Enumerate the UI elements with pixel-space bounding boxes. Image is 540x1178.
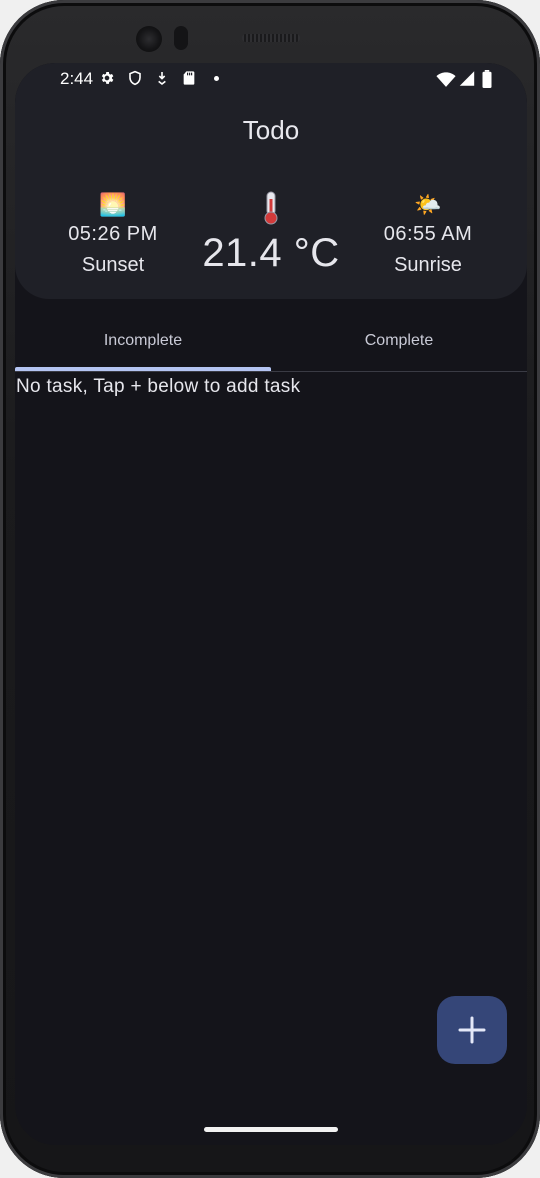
shield-icon [129, 70, 141, 86]
tab-complete[interactable]: Complete [271, 313, 527, 370]
sunrise-widget: 🌤️ 06:55 AM Sunrise [348, 191, 508, 277]
sunset-widget: 🌅 05:26 PM Sunset [33, 191, 193, 277]
temperature-widget: 21.4 °C [191, 191, 351, 276]
task-tabs: Incomplete Complete [15, 313, 527, 372]
wifi-icon [436, 72, 456, 87]
front-camera [136, 26, 162, 52]
empty-state-message: No task, Tap + below to add task [16, 376, 301, 397]
earpiece-speaker [242, 34, 300, 42]
sunset-icon: 🌅 [99, 192, 127, 217]
sd-card-icon [183, 71, 195, 85]
battery-icon [482, 70, 492, 88]
sunrise-label: Sunrise [394, 254, 462, 276]
proximity-sensor [174, 26, 188, 50]
tab-incomplete[interactable]: Incomplete [15, 313, 271, 370]
weather-header-card: 2:44 Todo 🌅 05:26 PM Sunset 21.4 °C 🌤️ 0… [15, 63, 527, 299]
download-icon [158, 72, 166, 86]
add-task-button[interactable] [437, 996, 507, 1064]
status-bar: 2:44 [15, 63, 527, 95]
device-frame: 2:44 Todo 🌅 05:26 PM Sunset 21.4 °C 🌤️ 0… [0, 0, 540, 1178]
signal-icon [459, 71, 475, 86]
sun-cloud-icon: 🌤️ [414, 192, 442, 217]
selected-tab-indicator [15, 367, 271, 371]
sunset-time: 05:26 PM [68, 223, 158, 245]
app-title: Todo [242, 115, 300, 145]
plus-icon [458, 1016, 486, 1044]
sunset-label: Sunset [81, 254, 145, 276]
screen: 2:44 Todo 🌅 05:26 PM Sunset 21.4 °C 🌤️ 0… [15, 63, 527, 1145]
thermometer-icon [264, 191, 278, 225]
temperature-value: 21.4 °C [202, 231, 340, 275]
sunrise-time: 06:55 AM [383, 223, 473, 245]
notification-dot [214, 76, 219, 81]
gear-icon [101, 72, 114, 84]
gesture-home-bar[interactable] [204, 1127, 338, 1132]
status-time: 2:44 [60, 69, 94, 88]
